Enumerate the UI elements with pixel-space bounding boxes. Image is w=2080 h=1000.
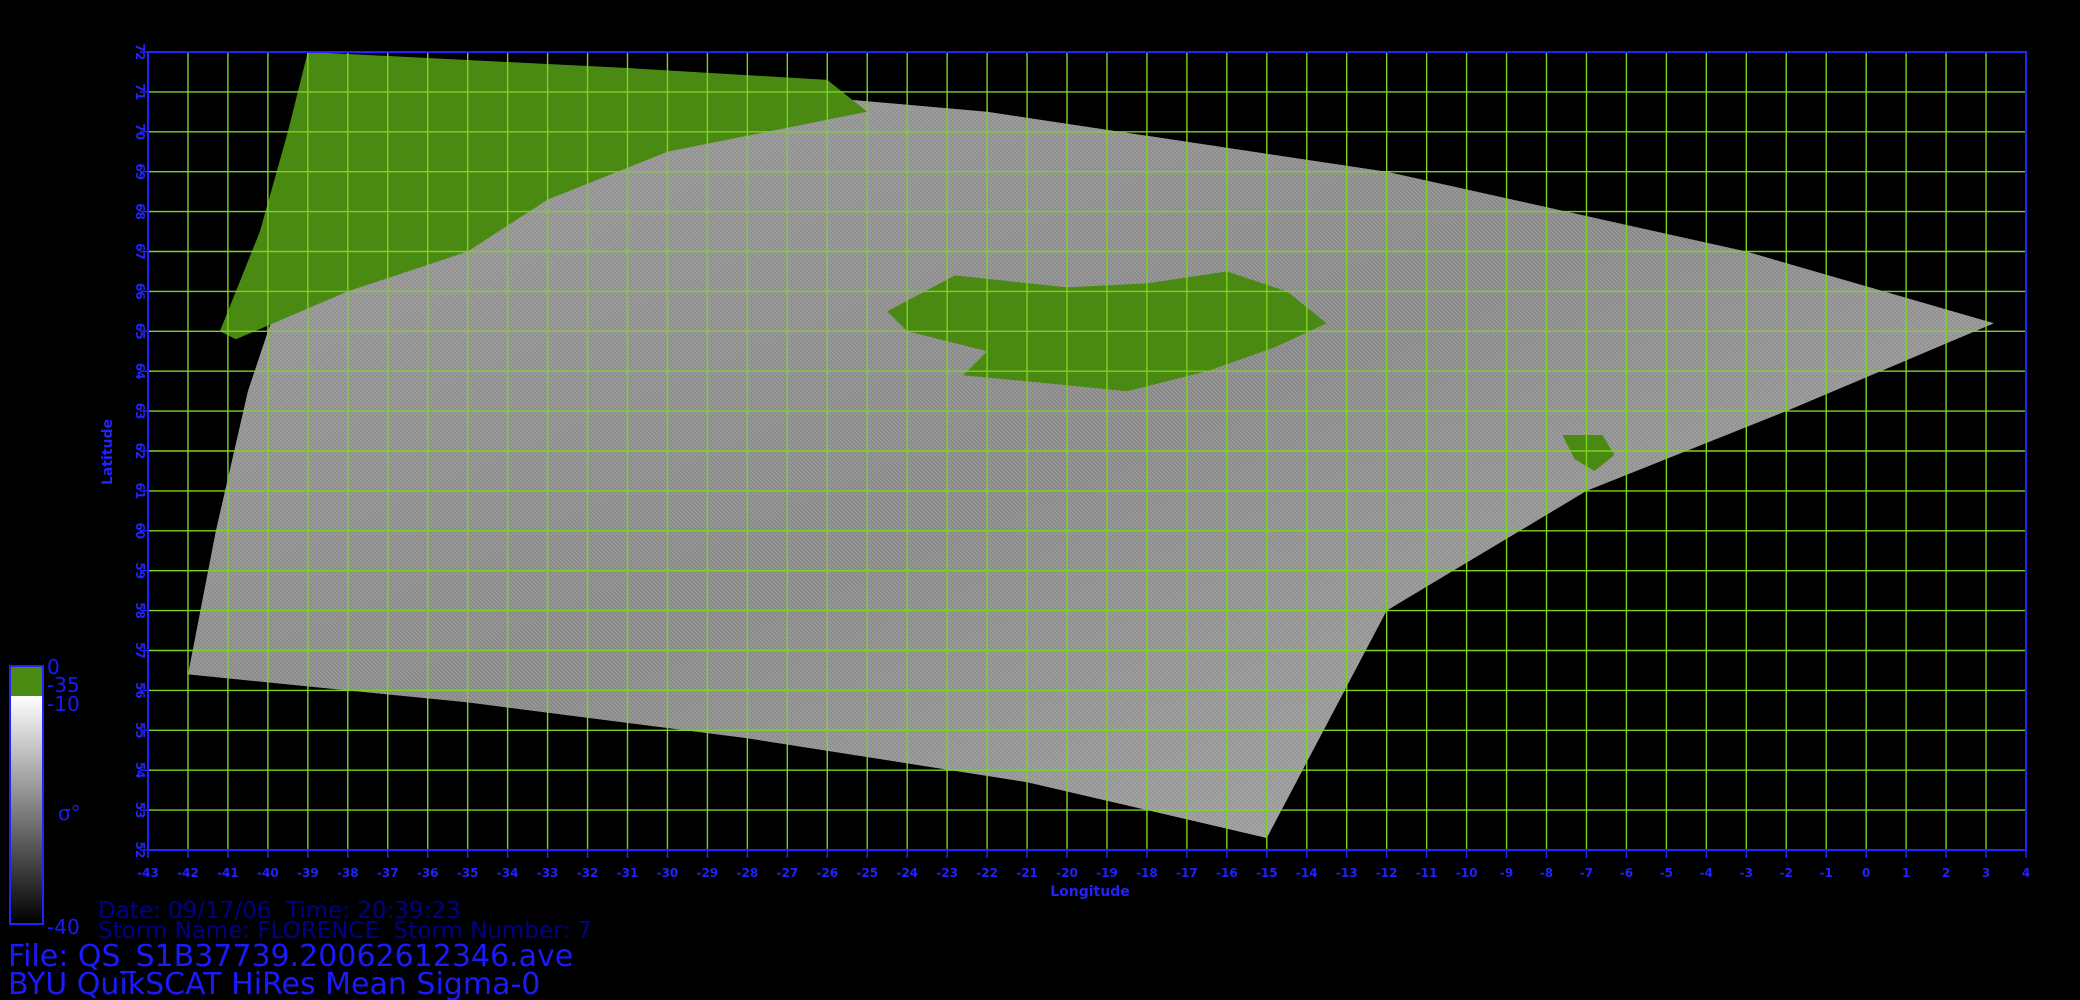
lon-tick-label: -3 — [1740, 866, 1753, 880]
lon-tick-label: -10 — [1456, 866, 1478, 880]
colorbar-bottom-value: -40 — [47, 915, 80, 939]
lat-tick-label: 70 — [133, 123, 147, 140]
lon-tick-label: -34 — [497, 866, 519, 880]
lat-tick-label: 61 — [133, 483, 147, 500]
lat-tick-label: 58 — [133, 602, 147, 619]
lon-tick-label: -39 — [297, 866, 319, 880]
lat-tick-label: 69 — [133, 163, 147, 180]
lat-tick-label: 59 — [133, 562, 147, 579]
lat-tick-label: 62 — [133, 443, 147, 460]
lat-tick-label: 65 — [133, 323, 147, 340]
lon-tick-label: -40 — [257, 866, 279, 880]
lon-tick-label: -23 — [936, 866, 958, 880]
lon-tick-label: -6 — [1620, 866, 1633, 880]
graticule — [147, 51, 2027, 851]
lat-tick-label: 52 — [133, 842, 147, 859]
scatterometer-map: -43 -42 -41 -40 -39 -38 -37 -36 -35 -34 -33 -32 -31-… — [8, 44, 2030, 1000]
lon-tick-label: -9 — [1500, 866, 1513, 880]
lon-tick-label: -21 — [1016, 866, 1038, 880]
lat-tick-label: 57 — [133, 642, 147, 659]
lon-tick-label: 3 — [1982, 866, 1990, 880]
lon-tick-label: -29 — [697, 866, 719, 880]
lon-tick-label: -43 — [137, 866, 159, 880]
lat-tick-label: 71 — [133, 84, 147, 101]
lat-tick-label: 56 — [133, 682, 147, 699]
lon-tick-label: -14 — [1296, 866, 1318, 880]
lon-tick-label: -36 — [417, 866, 439, 880]
lon-tick-label: -16 — [1216, 866, 1238, 880]
lon-tick-label: -8 — [1540, 866, 1553, 880]
lon-tick-label: -5 — [1660, 866, 1673, 880]
product-title: BYU QuikSCAT HiRes Mean Sigma-0 — [8, 967, 540, 1000]
lat-tick-label: 54 — [133, 762, 147, 779]
colorbar-symbol: σ° — [58, 801, 81, 825]
lon-tick-label: -41 — [217, 866, 239, 880]
lon-tick-label: 1 — [1902, 866, 1910, 880]
lat-tick-label: 55 — [133, 722, 147, 739]
lon-tick-label: -22 — [976, 866, 998, 880]
lon-tick-label: 0 — [1862, 866, 1870, 880]
lat-tick-label: 53 — [133, 802, 147, 819]
lon-tick-label: -20 — [1056, 866, 1078, 880]
lon-tick-label: -25 — [856, 866, 878, 880]
lon-tick-label: -4 — [1700, 866, 1713, 880]
latitude-ticks: 52 53 54 55 56 57 58 59 60 61 62 63 64 65 66 67 68 69 70 71… — [133, 44, 148, 859]
lat-tick-label: 72 — [133, 44, 147, 61]
colorbar: 0 -35 -10 σ° -40 — [9, 655, 81, 939]
lon-tick-label: -31 — [617, 866, 639, 880]
lon-tick-label: -1 — [1820, 866, 1833, 880]
lon-tick-label: -38 — [337, 866, 359, 880]
lon-tick-label: -13 — [1336, 866, 1358, 880]
lon-tick-label: -12 — [1376, 866, 1398, 880]
lon-tick-label: -37 — [377, 866, 399, 880]
lon-tick-label: 2 — [1942, 866, 1950, 880]
lon-tick-label: -26 — [816, 866, 838, 880]
lon-tick-label: 4 — [2022, 866, 2030, 880]
x-axis-label: Longitude — [1050, 884, 1130, 900]
lon-tick-label: -19 — [1096, 866, 1118, 880]
lat-tick-label: 60 — [133, 522, 147, 539]
lon-tick-label: -17 — [1176, 866, 1198, 880]
lon-tick-label: -11 — [1416, 866, 1438, 880]
lon-tick-label: -7 — [1580, 866, 1593, 880]
colorbar-gradient — [10, 696, 43, 924]
lat-tick-label: 66 — [133, 283, 147, 300]
lat-tick-label: 64 — [133, 363, 147, 380]
lon-tick-label: -24 — [896, 866, 918, 880]
lon-tick-label: -32 — [577, 866, 599, 880]
lon-tick-label: -28 — [737, 866, 759, 880]
lon-tick-label: -42 — [177, 866, 199, 880]
lon-tick-label: -15 — [1256, 866, 1278, 880]
lon-tick-label: -27 — [776, 866, 798, 880]
lon-tick-label: -18 — [1136, 866, 1158, 880]
lat-tick-label: 63 — [133, 403, 147, 420]
lat-tick-label: 67 — [133, 243, 147, 260]
lon-tick-label: -30 — [657, 866, 679, 880]
lat-tick-label: 68 — [133, 203, 147, 220]
lon-tick-label: -33 — [537, 866, 559, 880]
longitude-ticks: -43 -42 -41 -40 -39 -38 -37 -36 -35 -34 -33 -32 -31-… — [137, 850, 2030, 880]
lon-tick-label: -35 — [457, 866, 479, 880]
colorbar-mid-value: -10 — [47, 692, 80, 716]
colorbar-land-swatch — [10, 666, 43, 696]
lon-tick-label: -2 — [1780, 866, 1793, 880]
y-axis-label: Latitude — [100, 419, 116, 485]
